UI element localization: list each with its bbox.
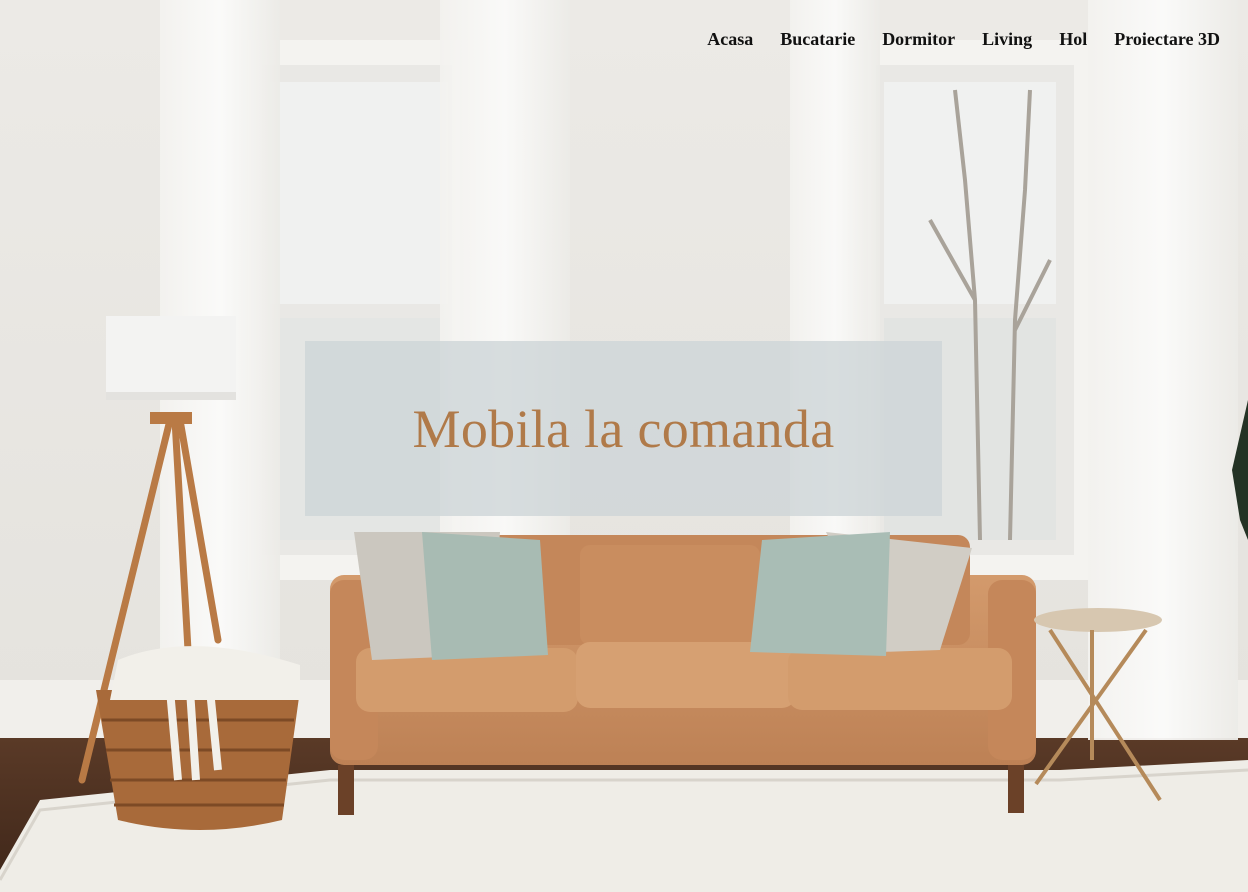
- nav-item-proiectare-3d[interactable]: Proiectare 3D: [1114, 28, 1220, 50]
- hero-title-panel: Mobila la comanda: [305, 341, 942, 516]
- nav-item-acasa[interactable]: Acasa: [707, 28, 753, 50]
- main-navigation: Acasa Bucatarie Dormitor Living Hol Proi…: [680, 28, 1220, 50]
- nav-item-dormitor[interactable]: Dormitor: [882, 28, 955, 50]
- nav-item-bucatarie[interactable]: Bucatarie: [780, 28, 855, 50]
- nav-item-hol[interactable]: Hol: [1059, 28, 1087, 50]
- hero-title: Mobila la comanda: [412, 398, 835, 459]
- nav-item-living[interactable]: Living: [982, 28, 1032, 50]
